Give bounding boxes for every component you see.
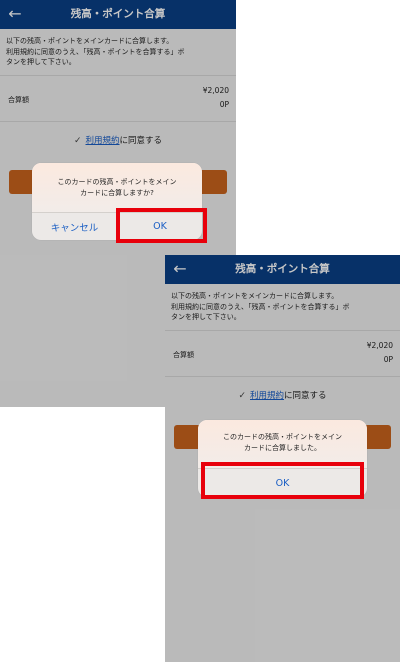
highlight-box [201,462,364,499]
dialog-message: このカードの残高・ポイントをメイン カードに合算しますか? [32,163,202,213]
highlight-box [116,208,207,243]
dialog-message-line-1: このカードの残高・ポイントをメイン [57,178,177,186]
dialog-message-line-2: カードに合算しました。 [244,444,321,452]
dialog-message-line-2: カードに合算しますか? [80,189,154,197]
cancel-button[interactable]: キャンセル [32,213,117,240]
dialog-message-line-1: このカードの残高・ポイントをメイン [223,433,342,441]
screen-done: ← 残高・ポイント合算 以下の残高・ポイントをメインカードに合算します。 利用規… [165,255,400,662]
